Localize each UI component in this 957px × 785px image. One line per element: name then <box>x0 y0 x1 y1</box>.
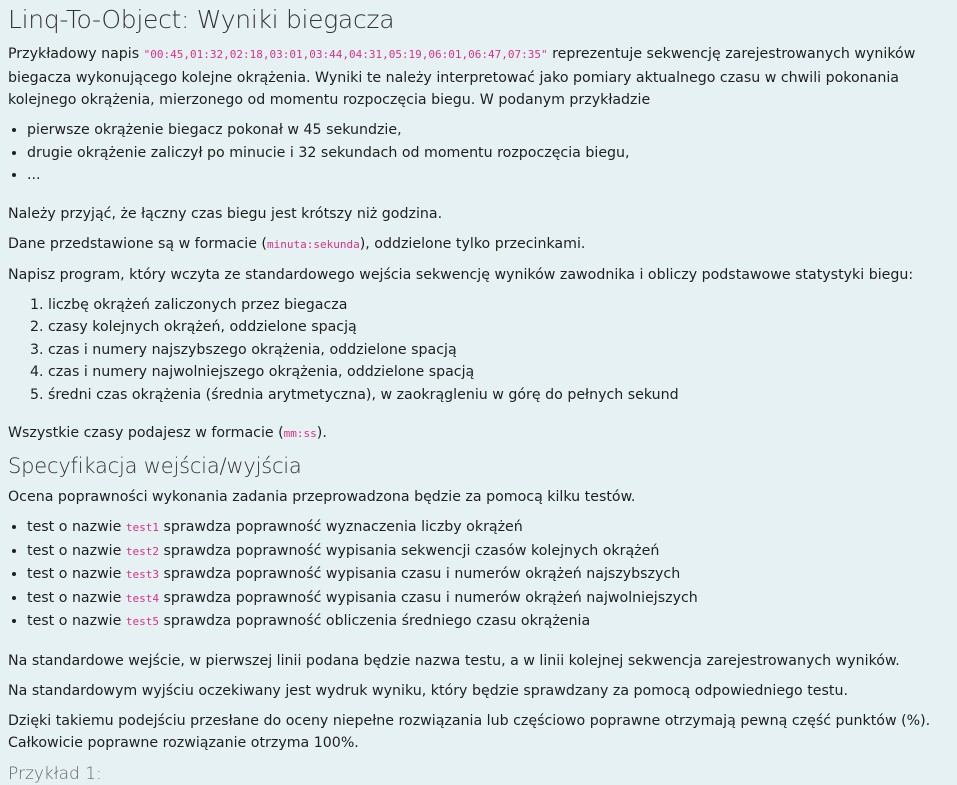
time-format-after: ). <box>316 425 327 441</box>
time-format-note: Wszystkie czasy podajesz w formacie (mm:… <box>8 422 949 446</box>
format-code: minuta:sekunda <box>266 237 360 251</box>
test-text-after: sprawdza poprawność wypisania sekwencji … <box>159 542 660 559</box>
test-name-code: test4 <box>125 591 159 605</box>
list-item: średni czas okrążenia (średnia arytmetyc… <box>48 384 949 407</box>
page-content: Linq-To-Object: Wyniki biegacza Przykład… <box>0 5 957 785</box>
tests-list: test o nazwie test1 sprawdza poprawność … <box>8 516 949 634</box>
intro-text-before: Przykładowy napis <box>8 46 144 62</box>
list-item: ... <box>27 164 949 187</box>
list-item: liczbę okrążeń zaliczonych przez biegacz… <box>48 294 949 317</box>
test-text-before: test o nazwie <box>27 566 126 582</box>
stdin-note: Na standardowe wejście, w pierwszej lini… <box>8 652 900 669</box>
test-text-after: sprawdza poprawność wyznaczenia liczby o… <box>159 519 523 535</box>
time-format-before: Wszystkie czasy podajesz w formacie ( <box>8 425 284 441</box>
list-item: test o nazwie test1 sprawdza poprawność … <box>27 516 949 540</box>
example-input-code: "00:45,01:32,02:18,03:01,03:44,04:31,05:… <box>143 48 548 61</box>
example-list: pierwsze okrążenie biegacz pokonał w 45 … <box>8 119 949 187</box>
spec-heading: Specyfikacja wejścia/wyjścia <box>8 454 302 478</box>
list-item: test o nazwie test5 sprawdza poprawność … <box>27 610 949 634</box>
list-item: test o nazwie test2 sprawdza poprawność … <box>27 540 949 564</box>
format-note: Dane przedstawione są w formacie (minuta… <box>8 233 949 257</box>
tests-intro: Ocena poprawności wykonania zadania prze… <box>8 489 636 505</box>
page-title: Linq-To-Object: Wyniki biegacza <box>8 5 395 34</box>
test-text-before: test o nazwie <box>27 613 126 629</box>
test-name-code: test5 <box>125 615 159 628</box>
scoring-note: Dzięki takiemu podejściu przesłane do oc… <box>8 712 931 752</box>
test-name-code: test3 <box>125 568 159 581</box>
test-text-before: test o nazwie <box>27 589 126 606</box>
stdout-note: Na standardowym wyjściu oczekiwany jest … <box>8 682 848 699</box>
test-name-code: test2 <box>125 544 159 558</box>
test-text-before: test o nazwie <box>27 542 126 559</box>
list-item: drugie okrążenie zaliczył po minucie i 3… <box>27 142 949 165</box>
format-note-before: Dane przedstawione są w formacie ( <box>8 235 267 252</box>
test-name-code: test1 <box>125 521 159 534</box>
list-item: test o nazwie test3 sprawdza poprawność … <box>27 563 949 587</box>
task-paragraph: Napisz program, który wczyta ze standard… <box>8 266 914 283</box>
test-text-before: test o nazwie <box>27 519 126 535</box>
intro-paragraph: Przykładowy napis "00:45,01:32,02:18,03:… <box>8 43 949 112</box>
time-format-code: mm:ss <box>283 427 317 440</box>
format-note-after: ), oddzielone tylko przecinkami. <box>359 235 586 252</box>
list-item: czasy kolejnych okrążeń, oddzielone spac… <box>48 316 949 339</box>
list-item: test o nazwie test4 sprawdza poprawność … <box>27 587 949 611</box>
stats-list: liczbę okrążeń zaliczonych przez biegacz… <box>8 294 949 407</box>
test-text-after: sprawdza poprawność wypisania czasu i nu… <box>159 566 681 582</box>
list-item: pierwsze okrążenie biegacz pokonał w 45 … <box>27 119 949 142</box>
test-text-after: sprawdza poprawność obliczenia średniego… <box>159 613 591 629</box>
example-heading: Przykład 1: <box>8 763 102 784</box>
list-item: czas i numery najwolniejszego okrążenia,… <box>48 361 949 384</box>
list-item: czas i numery najszybszego okrążenia, od… <box>48 339 949 362</box>
note-hour: Należy przyjąć, że łączny czas biegu jes… <box>8 205 443 222</box>
test-text-after: sprawdza poprawność wypisania czasu i nu… <box>159 589 698 606</box>
